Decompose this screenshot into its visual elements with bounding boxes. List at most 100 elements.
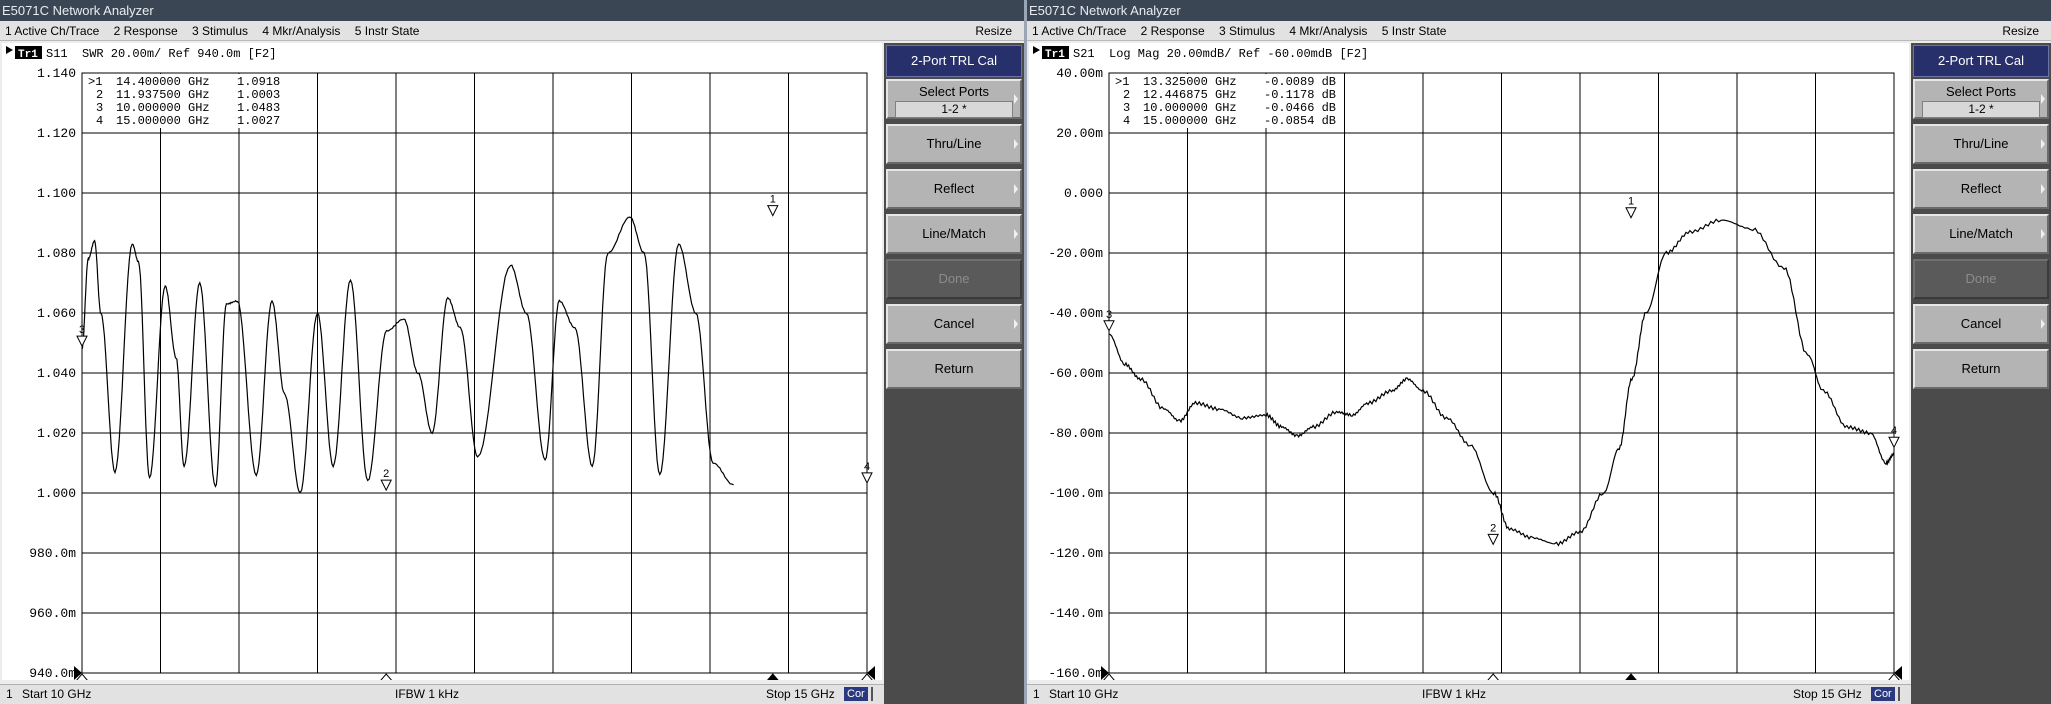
status-stop-freq[interactable]: Stop 15 GHz	[1793, 685, 1862, 704]
status-stop-freq[interactable]: Stop 15 GHz	[766, 685, 835, 704]
cancel-button[interactable]: Cancel	[886, 304, 1022, 344]
menu-active-ch-trace[interactable]: 1 Active Ch/Trace	[1027, 21, 1132, 41]
submenu-arrow-icon	[1014, 229, 1018, 239]
marker-row-value: 1.0027	[237, 114, 280, 128]
done-button[interactable]: Done	[886, 259, 1022, 299]
menu-active-ch-trace[interactable]: 1 Active Ch/Trace	[0, 21, 105, 41]
select-ports-value: 1-2 *	[1922, 101, 2040, 118]
marker-triangle	[766, 205, 779, 217]
marker-row-freq: 10.000000 GHz	[1143, 101, 1237, 115]
window-title: E5071C Network Analyzer	[0, 0, 1024, 21]
trace-plot[interactable]: Tr1 S11 SWR 20.00m/ Ref 940.0m [F2] >1 1…	[2, 43, 882, 680]
marker-row-freq: 12.446875 GHz	[1143, 88, 1237, 102]
return-button[interactable]: Return	[886, 349, 1022, 389]
marker-label: 3	[1106, 309, 1112, 321]
menu-instr-state[interactable]: 5 Instr State	[350, 21, 426, 41]
thru-line-button[interactable]: Thru/Line	[1913, 124, 2049, 164]
status-divider	[1898, 687, 1900, 701]
thru-line-button[interactable]: Thru/Line	[886, 124, 1022, 164]
y-tick-label: 940.0m	[29, 666, 76, 680]
return-label: Return	[934, 361, 974, 376]
trace-badge[interactable]: Tr1	[18, 49, 38, 61]
y-tick-label: 40.00m	[1056, 66, 1103, 81]
select-ports-button[interactable]: Select Ports 1-2 *	[1913, 79, 2049, 119]
status-start-freq[interactable]: Start 10 GHz	[1049, 685, 1118, 704]
marker-row-value: 1.0003	[237, 88, 280, 102]
s21-logmag-chart: Tr1 S21 Log Mag 20.00mdB/ Ref -60.00mdB …	[1033, 46, 1902, 680]
status-cor-badge: Cor	[844, 687, 868, 701]
menu-stimulus[interactable]: 3 Stimulus	[187, 21, 254, 41]
marker-row-freq: 14.400000 GHz	[116, 75, 210, 89]
marker-row-id: >1	[88, 75, 102, 89]
line-match-button[interactable]: Line/Match	[1913, 214, 2049, 254]
line-match-button[interactable]: Line/Match	[886, 214, 1022, 254]
marker-label: 3	[79, 324, 85, 336]
softkey-panel: 2-Port TRL Cal Select Ports 1-2 * Thru/L…	[1911, 43, 2051, 704]
softkey-panel: 2-Port TRL Cal Select Ports 1-2 * Thru/L…	[884, 43, 1024, 704]
status-start-freq[interactable]: Start 10 GHz	[22, 685, 91, 704]
menu-bar: 1 Active Ch/Trace 2 Response 3 Stimulus …	[1027, 21, 2051, 41]
select-ports-value: 1-2 *	[895, 101, 1013, 118]
submenu-arrow-icon	[1014, 94, 1018, 104]
y-tick-label: -120.0m	[1048, 546, 1103, 561]
trace-plot[interactable]: Tr1 S21 Log Mag 20.00mdB/ Ref -60.00mdB …	[1029, 43, 1909, 680]
reflect-button[interactable]: Reflect	[886, 169, 1022, 209]
return-button[interactable]: Return	[1913, 349, 2049, 389]
y-tick-label: 1.140	[37, 66, 76, 81]
marker-row-value: 1.0918	[237, 75, 280, 89]
status-ifbw[interactable]: IFBW 1 kHz	[395, 685, 459, 704]
marker-triangle	[1487, 533, 1499, 546]
trace-line	[81, 216, 734, 494]
marker-row-freq: 15.000000 GHz	[116, 114, 210, 128]
menu-resize[interactable]: Resize	[970, 21, 1018, 41]
active-trace-indicator-icon	[1033, 46, 1040, 54]
y-tick-label: -80.00m	[1048, 426, 1103, 441]
reflect-label: Reflect	[1960, 181, 2002, 196]
marker-row-id: 4	[1123, 114, 1130, 128]
select-ports-label: Select Ports	[1945, 84, 2017, 99]
menu-mkr-analysis[interactable]: 4 Mkr/Analysis	[1284, 21, 1373, 41]
select-ports-button[interactable]: Select Ports 1-2 *	[886, 79, 1022, 119]
status-channel: 1	[6, 687, 13, 701]
reflect-button[interactable]: Reflect	[1913, 169, 2049, 209]
cancel-button[interactable]: Cancel	[1913, 304, 2049, 344]
marker-triangle	[861, 472, 873, 485]
menu-resize[interactable]: Resize	[1997, 21, 2045, 41]
marker-row-freq: 13.325000 GHz	[1143, 75, 1237, 89]
submenu-arrow-icon	[2041, 139, 2045, 149]
y-tick-label: 1.040	[37, 366, 76, 381]
marker-position-triangle	[380, 673, 392, 680]
active-trace-indicator-icon	[6, 46, 13, 54]
cancel-label: Cancel	[1960, 316, 2002, 331]
y-tick-label: 1.020	[37, 426, 76, 441]
status-channel: 1	[1033, 687, 1040, 701]
marker-row-freq: 10.000000 GHz	[116, 101, 210, 115]
menu-mkr-analysis[interactable]: 4 Mkr/Analysis	[257, 21, 346, 41]
submenu-arrow-icon	[2041, 319, 2045, 329]
status-divider	[871, 687, 873, 701]
analyzer-window-s11: E5071C Network Analyzer 1 Active Ch/Trac…	[0, 0, 1024, 704]
menu-response[interactable]: 2 Response	[1136, 21, 1211, 41]
y-tick-label: -100.0m	[1048, 486, 1103, 501]
menu-instr-state[interactable]: 5 Instr State	[1377, 21, 1453, 41]
marker-position-triangle	[1625, 673, 1637, 680]
graticule	[81, 72, 868, 674]
softkey-menu-title: 2-Port TRL Cal	[1913, 45, 2049, 77]
s11-swr-chart: Tr1 S11 SWR 20.00m/ Ref 940.0m [F2] >1 1…	[6, 46, 875, 680]
y-tick-label: 1.100	[37, 186, 76, 201]
done-button[interactable]: Done	[1913, 259, 2049, 299]
marker-label: 4	[1891, 425, 1897, 437]
y-tick-label: -140.0m	[1048, 606, 1103, 621]
status-ifbw[interactable]: IFBW 1 kHz	[1422, 685, 1486, 704]
marker-label: 1	[1628, 196, 1634, 208]
trace-badge[interactable]: Tr1	[1045, 49, 1065, 61]
menu-response[interactable]: 2 Response	[109, 21, 184, 41]
menu-stimulus[interactable]: 3 Stimulus	[1214, 21, 1281, 41]
marker-label: 4	[864, 461, 870, 473]
line-match-label: Line/Match	[1949, 226, 2013, 241]
marker-row-value: -0.1178 dB	[1264, 88, 1336, 102]
submenu-arrow-icon	[2041, 229, 2045, 239]
trace-header: S21 Log Mag 20.00mdB/ Ref -60.00mdB [F2]	[1073, 47, 1368, 61]
marker-row-freq: 15.000000 GHz	[1143, 114, 1237, 128]
y-tick-label: 1.000	[37, 486, 76, 501]
